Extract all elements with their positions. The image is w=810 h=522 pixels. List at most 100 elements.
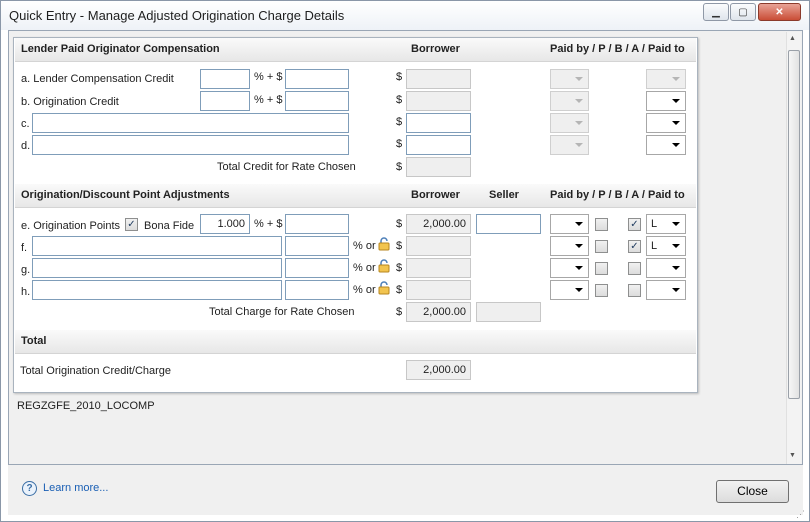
row-h-a-checkbox[interactable] xyxy=(628,284,641,297)
close-window-icon[interactable]: ✕ xyxy=(758,3,801,21)
row-f-amount-input[interactable] xyxy=(285,236,349,256)
scroll-up-icon[interactable]: ▲ xyxy=(789,35,796,42)
charge-details-panel: Lender Paid Originator Compensation Borr… xyxy=(13,37,698,393)
row-b-borrower-value xyxy=(406,91,471,111)
total-origination-value: 2,000.00 xyxy=(406,360,471,380)
row-g-label: g. xyxy=(21,264,31,276)
row-g-lock-icon[interactable] xyxy=(378,259,390,273)
scroll-down-icon[interactable]: ▼ xyxy=(789,452,796,459)
total-section-title: Total xyxy=(21,335,47,347)
row-d-paidby-select[interactable] xyxy=(550,135,589,155)
row-e-paidby-select[interactable] xyxy=(550,214,589,234)
help-icon[interactable]: ? xyxy=(22,481,37,496)
total-charge-currency: $ xyxy=(396,306,403,318)
row-b-label: b. Origination Credit xyxy=(21,96,119,108)
close-button[interactable]: Close xyxy=(716,480,789,503)
orig-seller-header: Seller xyxy=(489,189,519,201)
row-a-currency: $ xyxy=(396,71,403,83)
row-e-currency: $ xyxy=(396,218,403,230)
row-g-paidto-select[interactable] xyxy=(646,258,686,278)
row-g-borrower-value xyxy=(406,258,471,278)
row-f-p-checkbox[interactable] xyxy=(595,240,608,253)
row-d-borrower-input[interactable] xyxy=(406,135,471,155)
row-e-label: e. Origination Points xyxy=(21,220,121,232)
row-f-paidby-select[interactable] xyxy=(550,236,589,256)
row-g-a-checkbox[interactable] xyxy=(628,262,641,275)
row-b-paidby-select[interactable] xyxy=(550,91,589,111)
minimize-icon[interactable]: ▁ xyxy=(703,3,729,21)
lender-borrower-header: Borrower xyxy=(411,43,460,55)
row-e-amount-input[interactable] xyxy=(285,214,349,234)
bona-fide-label: Bona Fide xyxy=(144,220,195,232)
total-charge-borrower-value: 2,000.00 xyxy=(406,302,471,322)
scroll-thumb[interactable] xyxy=(788,50,800,399)
title-bar[interactable]: Quick Entry - Manage Adjusted Originatio… xyxy=(1,1,809,30)
row-a-paidto-select[interactable] xyxy=(646,69,686,89)
row-h-lock-icon[interactable] xyxy=(378,281,390,295)
row-c-borrower-input[interactable] xyxy=(406,113,471,133)
row-h-borrower-value xyxy=(406,280,471,300)
row-a-pct-sep: % + $ xyxy=(254,71,283,83)
row-a-amount-input[interactable] xyxy=(285,69,349,89)
row-c-paidto-select[interactable] xyxy=(646,113,686,133)
row-g-p-checkbox[interactable] xyxy=(595,262,608,275)
row-d-description-input[interactable] xyxy=(32,135,349,155)
row-g-description-input[interactable] xyxy=(32,258,282,278)
vertical-scrollbar[interactable]: ▲ ▼ xyxy=(786,32,801,464)
window-title: Quick Entry - Manage Adjusted Originatio… xyxy=(9,8,345,23)
row-e-points-input[interactable]: 1.000 xyxy=(200,214,250,234)
row-e-a-checkbox[interactable]: ✓ xyxy=(628,218,641,231)
row-b-pct-sep: % + $ xyxy=(254,94,283,106)
row-h-p-checkbox[interactable] xyxy=(595,284,608,297)
row-c-label: c. xyxy=(21,118,30,130)
row-d-currency: $ xyxy=(396,138,403,150)
bona-fide-checkbox[interactable]: ✓ xyxy=(125,218,138,231)
row-f-currency: $ xyxy=(396,240,403,252)
total-origination-label: Total Origination Credit/Charge xyxy=(20,365,172,377)
row-a-label: a. Lender Compensation Credit xyxy=(21,73,174,85)
row-c-paidby-select[interactable] xyxy=(550,113,589,133)
row-g-currency: $ xyxy=(396,262,403,274)
row-f-pct-or: % or xyxy=(353,240,376,252)
dialog-window: Quick Entry - Manage Adjusted Originatio… xyxy=(0,0,810,522)
row-g-pct-or: % or xyxy=(353,262,376,274)
row-b-amount-input[interactable] xyxy=(285,91,349,111)
row-h-paidby-select[interactable] xyxy=(550,280,589,300)
row-c-description-input[interactable] xyxy=(32,113,349,133)
row-e-seller-input[interactable] xyxy=(476,214,541,234)
row-e-paidto-value: L xyxy=(651,218,658,230)
row-f-description-input[interactable] xyxy=(32,236,282,256)
resize-grip-icon[interactable]: ⋰ xyxy=(796,509,805,520)
row-f-paidto-select[interactable]: L xyxy=(646,236,686,256)
row-h-description-input[interactable] xyxy=(32,280,282,300)
row-e-paidto-select[interactable]: L xyxy=(646,214,686,234)
orig-borrower-header: Borrower xyxy=(411,189,460,201)
row-b-currency: $ xyxy=(396,94,403,106)
row-g-amount-input[interactable] xyxy=(285,258,349,278)
row-e-p-checkbox[interactable] xyxy=(595,218,608,231)
row-a-percent-input[interactable] xyxy=(200,69,250,89)
row-f-a-checkbox[interactable]: ✓ xyxy=(628,240,641,253)
total-credit-currency: $ xyxy=(396,161,403,173)
total-credit-label: Total Credit for Rate Chosen xyxy=(217,161,356,173)
lender-paidby-header: Paid by / P / B / A / Paid to xyxy=(550,43,685,55)
row-a-paidby-select[interactable] xyxy=(550,69,589,89)
maximize-icon[interactable]: ▢ xyxy=(730,3,756,21)
row-h-amount-input[interactable] xyxy=(285,280,349,300)
row-g-paidby-select[interactable] xyxy=(550,258,589,278)
total-charge-label: Total Charge for Rate Chosen xyxy=(209,306,355,318)
row-d-paidto-select[interactable] xyxy=(646,135,686,155)
row-h-currency: $ xyxy=(396,284,403,296)
row-f-label: f. xyxy=(21,242,28,254)
orig-paidby-header: Paid by / P / B / A / Paid to xyxy=(550,189,685,201)
total-section-header xyxy=(15,330,696,354)
row-e-pct-sep: % + $ xyxy=(254,218,283,230)
row-b-percent-input[interactable] xyxy=(200,91,250,111)
row-h-pct-or: % or xyxy=(353,284,376,296)
row-f-lock-icon[interactable] xyxy=(378,237,390,251)
orig-section-title: Origination/Discount Point Adjustments xyxy=(21,189,230,201)
row-a-borrower-value xyxy=(406,69,471,89)
row-h-paidto-select[interactable] xyxy=(646,280,686,300)
row-b-paidto-select[interactable] xyxy=(646,91,686,111)
learn-more-link[interactable]: Learn more... xyxy=(43,482,108,494)
